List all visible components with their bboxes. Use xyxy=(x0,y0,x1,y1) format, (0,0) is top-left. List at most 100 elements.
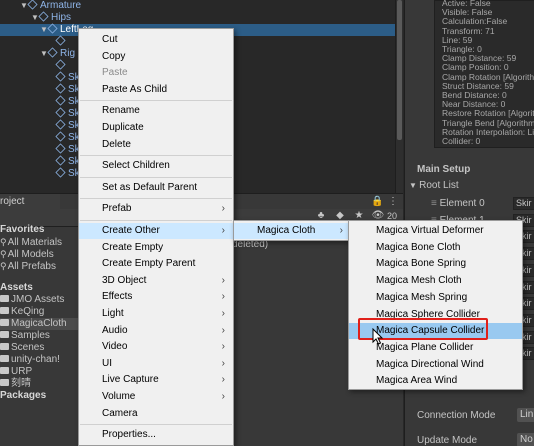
menu-item[interactable]: 3D Object › xyxy=(79,273,233,289)
asset-folder-label: KeQing xyxy=(11,306,45,317)
gameobject-icon xyxy=(38,11,49,22)
expand-arrow-icon[interactable]: ▼ xyxy=(40,24,48,36)
folder-icon xyxy=(0,343,9,350)
gameobject-icon xyxy=(55,167,66,178)
menu-item[interactable]: Cut xyxy=(79,32,233,48)
folder-icon xyxy=(0,319,9,326)
asset-folder[interactable]: URP xyxy=(0,366,78,378)
connection-mode-label: Connection Mode xyxy=(417,410,496,421)
menu-item[interactable]: Duplicate xyxy=(79,120,233,136)
drag-handle-icon[interactable]: ≡ xyxy=(431,198,440,209)
asset-folder[interactable]: Samples xyxy=(0,330,78,342)
menu-item-magica[interactable]: Magica Mesh Cloth xyxy=(349,273,522,289)
element-label: Element 0 xyxy=(439,198,485,209)
asset-folder[interactable]: Scenes xyxy=(0,342,78,354)
menu-item-magica[interactable]: Magica Bone Spring xyxy=(349,256,522,272)
menu-item-label: Paste xyxy=(102,67,128,79)
menu-item[interactable]: UI › xyxy=(79,356,233,372)
menu-item[interactable]: Create Empty xyxy=(79,240,233,256)
hierarchy-row-label: Hips xyxy=(51,12,72,23)
chevron-right-icon: › xyxy=(221,374,225,386)
gameobject-icon xyxy=(47,47,58,58)
asset-folder[interactable]: KeQing xyxy=(0,306,78,318)
menu-separator xyxy=(80,220,232,221)
lock-icon[interactable]: 🔒 xyxy=(371,195,383,209)
menu-item-label: Copy xyxy=(102,50,126,62)
hierarchy-row[interactable]: ▼ Armature xyxy=(0,0,395,12)
chevron-right-icon: › xyxy=(221,391,225,402)
menu-item-label: Effects xyxy=(102,291,133,303)
menu-item[interactable]: Create Empty Parent xyxy=(79,256,233,272)
menu-item-label: Camera xyxy=(102,407,138,419)
asset-folder[interactable]: 刻晴 xyxy=(0,378,78,390)
menu-item[interactable]: Copy xyxy=(79,49,233,65)
hierarchy-row[interactable]: ▼ Hips xyxy=(0,11,395,24)
asset-folder-label: unity-chan! xyxy=(11,354,60,365)
chevron-right-icon: › xyxy=(221,274,225,286)
chevron-right-icon: › xyxy=(221,225,225,236)
menu-item[interactable]: Rename xyxy=(79,103,233,119)
asset-folder-label: JMO Assets xyxy=(11,294,65,305)
hierarchy-scrollbar[interactable] xyxy=(395,0,403,193)
favorite-item[interactable]: ⚲All Materials xyxy=(0,236,78,248)
chevron-right-icon: › xyxy=(221,203,225,215)
menu-item[interactable]: Video › xyxy=(79,339,233,355)
menu-item-label: 3D Object xyxy=(102,274,147,286)
menu-item[interactable]: Effects › xyxy=(79,289,233,305)
asset-folder[interactable]: unity-chan! xyxy=(0,354,78,366)
asset-folder[interactable]: JMO Assets xyxy=(0,294,78,306)
expand-arrow-icon[interactable]: ▼ xyxy=(20,0,28,12)
asset-folder[interactable]: MagicaCloth xyxy=(0,318,78,330)
menu-item[interactable]: Light › xyxy=(79,306,233,322)
menu-item-label: UI xyxy=(102,357,112,369)
menu-item[interactable]: Paste As Child xyxy=(79,82,233,98)
favorite-item-label: All Models xyxy=(7,249,54,260)
hierarchy-row-label: Armature xyxy=(40,0,82,11)
menu-separator xyxy=(80,100,232,102)
gameobject-icon xyxy=(27,0,38,10)
favorite-item[interactable]: ⚲All Models xyxy=(0,248,78,260)
menu-item-magica[interactable]: Magica Mesh Spring xyxy=(349,290,522,306)
favorite-item-label: All Prefabs xyxy=(7,261,56,272)
menu-item[interactable]: Delete xyxy=(79,137,233,153)
asset-folder-label: 刻晴 xyxy=(11,378,31,389)
element-object-field[interactable]: Skir xyxy=(513,197,534,210)
menu-item[interactable]: Create Other › xyxy=(79,223,233,239)
menu-item[interactable]: Volume › xyxy=(79,389,233,405)
favorites-header: Favorites xyxy=(0,224,78,236)
menu-item-label: Live Capture xyxy=(102,374,159,386)
menu-item[interactable]: Audio › xyxy=(79,323,233,339)
menu-item[interactable]: Camera xyxy=(79,406,233,422)
menu-item-label: Magica Bone Cloth xyxy=(376,241,461,253)
menu-item-label: Rename xyxy=(102,105,140,117)
update-mode-dropdown[interactable]: No xyxy=(517,433,534,446)
folder-icon xyxy=(0,355,9,362)
menu-item[interactable]: Set as Default Parent xyxy=(79,180,233,196)
gameobject-icon xyxy=(55,35,66,46)
connection-mode-dropdown[interactable]: Lin xyxy=(517,408,534,422)
expand-arrow-icon[interactable]: ▼ xyxy=(40,48,48,60)
menu-item-magica-cloth[interactable]: Magica Cloth › xyxy=(234,223,351,239)
menu-icon[interactable]: ⋮ xyxy=(387,195,399,209)
menu-item[interactable]: Live Capture › xyxy=(79,372,233,388)
expand-arrow-icon[interactable]: ▼ xyxy=(31,12,39,24)
menu-item-magica[interactable]: Magica Virtual Deformer xyxy=(349,223,522,239)
menu-item-magica[interactable]: Magica Directional Wind xyxy=(349,357,522,373)
asset-folder-label: Samples xyxy=(11,330,50,341)
chevron-right-icon: › xyxy=(221,324,225,336)
menu-item[interactable]: Properties... xyxy=(79,427,233,443)
gameobject-icon xyxy=(55,131,66,142)
tab-project[interactable]: roject xyxy=(0,194,60,209)
gameobject-icon xyxy=(55,143,66,154)
menu-item[interactable]: Prefab › xyxy=(79,201,233,217)
menu-item-label: Magica Mesh Cloth xyxy=(376,275,462,287)
menu-item-label: Volume xyxy=(102,391,136,402)
root-list-foldout[interactable]: ▼ Root List xyxy=(409,180,459,191)
scrollbar-thumb[interactable] xyxy=(397,0,402,140)
assets-header: Assets xyxy=(0,282,78,294)
menu-item-magica[interactable]: Magica Area Wind xyxy=(349,373,522,389)
menu-item[interactable]: Select Children xyxy=(79,158,233,174)
menu-item-magica[interactable]: Magica Bone Cloth xyxy=(349,240,522,256)
favorite-item[interactable]: ⚲All Prefabs xyxy=(0,260,78,272)
menu-item-label: Magica Plane Collider xyxy=(376,341,474,353)
